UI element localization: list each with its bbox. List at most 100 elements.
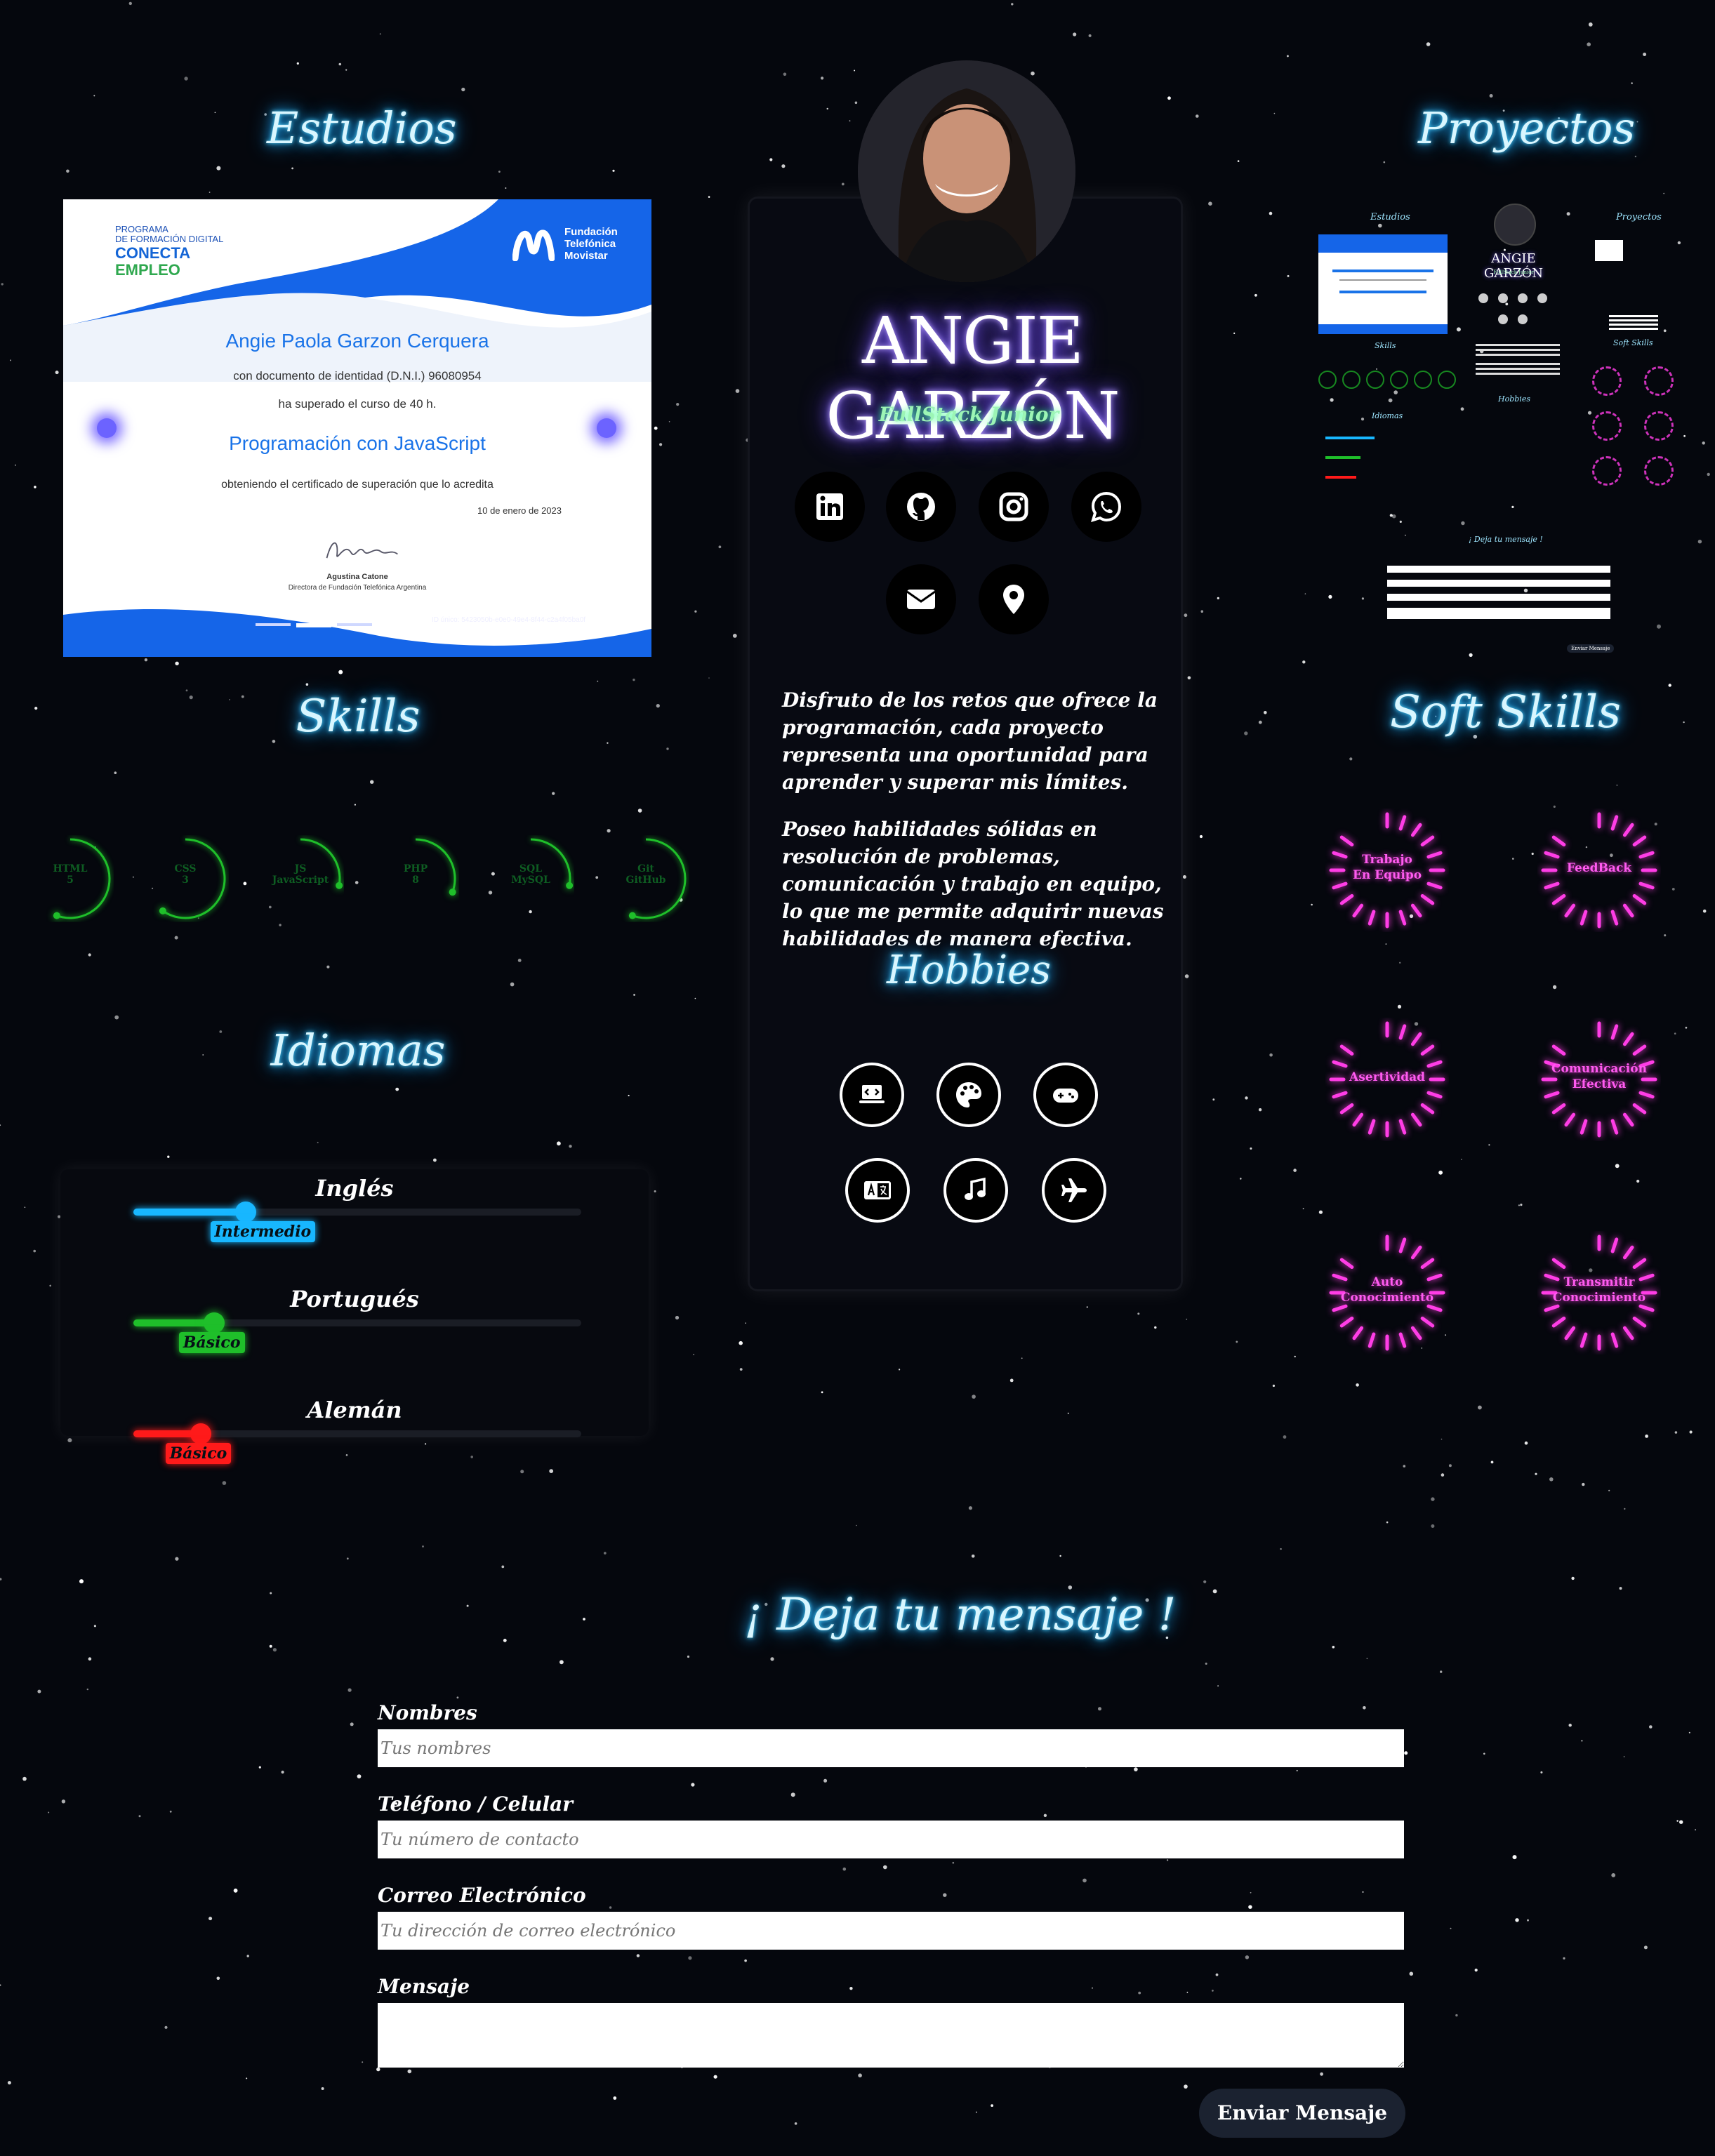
star: [659, 443, 663, 446]
carousel-indicators[interactable]: [256, 623, 382, 627]
star: [1067, 1412, 1069, 1414]
star: [1356, 1383, 1359, 1387]
star: [1524, 1441, 1528, 1445]
star: [1138, 1991, 1141, 1995]
star: [355, 881, 359, 884]
star: [607, 742, 609, 744]
star: [305, 683, 309, 686]
email-icon[interactable]: [886, 564, 956, 634]
name-input[interactable]: [378, 1729, 1404, 1767]
skill-label: Git GitHub: [625, 863, 666, 886]
language-icon[interactable]: [845, 1158, 910, 1223]
star: [628, 1094, 630, 1097]
section-title-contact: ¡ Deja tu mensaje !: [744, 1589, 1177, 1641]
star: [1702, 441, 1705, 445]
star: [1431, 1524, 1435, 1528]
star: [1636, 121, 1638, 123]
star: [769, 158, 773, 161]
star: [971, 1555, 975, 1558]
star: [1311, 903, 1313, 906]
star: [1397, 1004, 1402, 1009]
carousel-next-button[interactable]: [597, 418, 616, 438]
star: [1431, 1497, 1435, 1501]
plane-icon[interactable]: [1042, 1158, 1106, 1223]
laptop-code-icon[interactable]: [840, 1063, 904, 1127]
skill-label: SQL MySQL: [511, 863, 550, 886]
profile-bio-1: Disfruto de los retos que ofrece la prog…: [782, 688, 1158, 794]
star: [1212, 1589, 1217, 1594]
section-title-idiomas: Idiomas: [270, 1025, 446, 1076]
star: [93, 95, 95, 97]
star: [61, 1799, 66, 1804]
star: [1568, 1724, 1572, 1727]
star: [633, 678, 635, 681]
star: [1619, 1587, 1622, 1590]
section-title-soft-skills: Soft Skills: [1390, 686, 1621, 738]
soft-skill-label: Transmitir Conocimiento: [1552, 1275, 1646, 1305]
message-textarea[interactable]: [378, 2003, 1404, 2068]
linkedin-icon[interactable]: [795, 472, 865, 542]
star: [1167, 96, 1171, 100]
skill-gauge: CSS 3: [142, 835, 229, 922]
star: [10, 359, 11, 361]
star: [691, 1783, 695, 1787]
phone-input[interactable]: [378, 1821, 1404, 1858]
star: [1695, 1829, 1697, 1831]
star: [694, 997, 696, 999]
gamepad-icon[interactable]: [1033, 1063, 1098, 1127]
star: [128, 1, 132, 6]
star: [175, 661, 179, 665]
thumb-skill-gauge: [1318, 371, 1337, 389]
star: [1490, 1460, 1494, 1464]
thumb-soft-gauge: [1592, 411, 1622, 441]
skill-gauge: PHP 8: [372, 835, 459, 922]
star: [466, 1604, 469, 1607]
star: [1258, 720, 1262, 724]
star: [208, 1917, 213, 1921]
star: [1643, 53, 1647, 56]
project-thumbnail[interactable]: Estudios ANGIE GARZÓN FullStack Junior H…: [1314, 201, 1679, 657]
thumb-bio: [1476, 341, 1560, 378]
language-slider[interactable]: [133, 1202, 581, 1223]
star: [1088, 34, 1092, 37]
star: [636, 1954, 640, 1957]
thumb-skill-gauge: [1414, 371, 1432, 389]
language-slider[interactable]: [133, 1312, 581, 1333]
star: [1702, 909, 1707, 913]
star: [510, 982, 515, 987]
whatsapp-icon[interactable]: [1071, 472, 1141, 542]
star: [1448, 1464, 1452, 1468]
github-icon[interactable]: [886, 472, 956, 542]
star: [505, 187, 507, 189]
star: [943, 1893, 947, 1897]
soft-skill-gauge: Asertividad: [1325, 1018, 1449, 1141]
star: [1441, 1438, 1443, 1440]
soft-skill-gauge: Trabajo En Equipo: [1325, 808, 1449, 932]
thumb-soft-gauge: [1592, 366, 1622, 396]
star: [732, 634, 737, 638]
star: [694, 610, 697, 613]
language-level-badge: Básico: [178, 1332, 245, 1353]
star: [613, 2096, 617, 2100]
language-slider[interactable]: [133, 1423, 581, 1444]
send-message-button[interactable]: Enviar Mensaje: [1199, 2089, 1405, 2138]
carousel-prev-button[interactable]: [97, 418, 117, 438]
location-icon[interactable]: [979, 564, 1049, 634]
star: [144, 658, 148, 662]
star: [1634, 155, 1637, 158]
star: [33, 1249, 36, 1253]
star: [1616, 785, 1618, 786]
star: [1688, 1731, 1690, 1734]
star: [687, 1655, 690, 1658]
palette-icon[interactable]: [936, 1063, 1001, 1127]
instagram-icon[interactable]: [979, 472, 1049, 542]
certificate-image[interactable]: PROGRAMA DE FORMACIÓN DIGITAL CONECTA EM…: [63, 199, 651, 657]
star: [338, 670, 343, 674]
star: [739, 1368, 743, 1371]
star: [1273, 112, 1276, 114]
email-input[interactable]: [378, 1912, 1404, 1950]
language-name: Portugués: [290, 1286, 419, 1312]
star: [595, 876, 599, 879]
music-icon[interactable]: [943, 1158, 1008, 1223]
star: [1426, 42, 1431, 46]
